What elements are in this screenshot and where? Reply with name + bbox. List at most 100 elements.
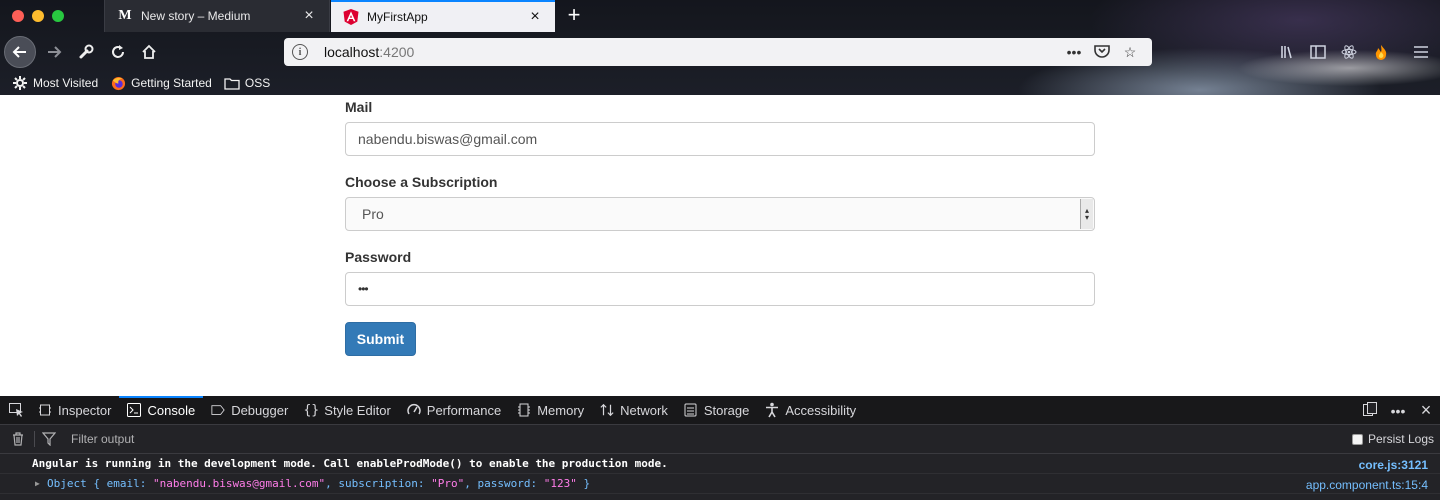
arrow-right-icon <box>48 46 62 58</box>
arrows-icon <box>600 403 614 417</box>
bookmark-label: OSS <box>244 76 271 90</box>
tab-label: Console <box>147 402 196 418</box>
tab-label: Memory <box>537 402 585 418</box>
bookmarks-toolbar: Most Visited Getting Started OSS <box>0 72 1440 94</box>
page-content: Mail nabendu.biswas@gmail.com Choose a S… <box>0 95 1440 396</box>
tab-debugger[interactable]: Debugger <box>203 396 296 424</box>
braces-icon: {} <box>303 402 320 418</box>
console-object-preview[interactable]: Object { email: "nabendu.biswas@gmail.co… <box>32 477 590 490</box>
tab-strip: M New story – Medium × MyFirstApp × + <box>0 0 1440 32</box>
tab-label: Accessibility <box>785 402 857 418</box>
bookmark-label: Most Visited <box>33 76 99 90</box>
firebug-flame-icon[interactable] <box>1370 42 1392 62</box>
minimize-window-button[interactable] <box>32 10 44 22</box>
tab-style-editor[interactable]: {} Style Editor <box>296 396 398 424</box>
pocket-icon[interactable] <box>1088 44 1116 61</box>
dock-toggle-icon[interactable] <box>1356 401 1384 420</box>
console-message-source-link[interactable]: core.js:3121 <box>1359 458 1428 472</box>
hamburger-menu-icon[interactable] <box>1410 42 1432 62</box>
gauge-icon <box>407 403 421 417</box>
trash-icon[interactable] <box>10 431 26 447</box>
more-options-icon[interactable]: ••• <box>1384 403 1412 419</box>
url-host: localhost <box>324 44 380 60</box>
storage-icon <box>684 403 698 417</box>
library-icon[interactable] <box>1277 42 1299 62</box>
filter-funnel-icon <box>41 431 57 447</box>
persist-logs-toggle[interactable]: Persist Logs <box>1351 432 1434 446</box>
close-tab-icon[interactable]: × <box>527 9 543 25</box>
reload-icon <box>112 45 124 58</box>
home-button[interactable] <box>133 36 165 68</box>
home-icon <box>142 44 156 59</box>
react-icon[interactable] <box>1338 42 1360 62</box>
tab-label: Storage <box>703 402 750 418</box>
tab-title: New story – Medium <box>141 9 251 23</box>
tab-console[interactable]: Console <box>119 396 203 424</box>
close-tab-icon[interactable]: × <box>301 8 317 24</box>
console-icon <box>127 403 142 417</box>
tab-memory[interactable]: Memory <box>509 396 592 424</box>
subscription-select[interactable]: Pro ▴ ▾ <box>345 197 1095 231</box>
mail-group: Mail nabendu.biswas@gmail.com <box>345 95 1095 156</box>
console-filter-bar: Filter output Persist Logs <box>0 425 1440 454</box>
expand-twisty-icon[interactable]: ▶ <box>35 479 40 488</box>
mail-label: Mail <box>345 99 373 115</box>
tab-label: Inspector <box>58 402 112 418</box>
close-window-button[interactable] <box>12 10 24 22</box>
subscription-selected-value: Pro <box>362 206 384 222</box>
password-group: Password ••• <box>345 249 1095 306</box>
select-stepper-icon[interactable]: ▴ ▾ <box>1080 199 1093 229</box>
tab-inspector[interactable]: Inspector <box>30 396 119 424</box>
debugger-icon <box>211 403 225 417</box>
memory-icon <box>517 403 531 417</box>
tab-network[interactable]: Network <box>592 396 676 424</box>
tab-myfirstapp[interactable]: MyFirstApp × <box>331 0 555 32</box>
close-devtools-icon[interactable]: × <box>1412 400 1440 421</box>
bookmark-most-visited[interactable]: Most Visited <box>12 75 98 91</box>
tab-label: Network <box>620 402 668 418</box>
folder-icon <box>224 75 240 91</box>
persist-logs-checkbox[interactable] <box>1351 433 1363 445</box>
forward-button[interactable] <box>38 36 70 68</box>
page-actions-icon[interactable]: ••• <box>1060 44 1088 60</box>
accessibility-icon <box>765 402 779 418</box>
console-message-source-link[interactable]: app.component.ts:15:4 <box>1306 478 1428 492</box>
new-tab-button[interactable]: + <box>562 4 586 28</box>
site-info-icon[interactable]: i <box>292 44 308 60</box>
console-object-message[interactable]: ▶ Object { email: "nabendu.biswas@gmail.… <box>0 474 1440 494</box>
sidebar-icon[interactable] <box>1307 42 1329 62</box>
submit-button[interactable]: Submit <box>345 322 416 356</box>
tab-medium[interactable]: M New story – Medium × <box>104 0 330 32</box>
url-bar[interactable]: i localhost:4200 ••• ☆ <box>284 38 1152 66</box>
bookmark-oss[interactable]: OSS <box>224 75 270 91</box>
url-port: :4200 <box>379 44 415 60</box>
devtools-toolbar: Inspector Console Debugger {} Style Edit… <box>0 396 1440 425</box>
bookmark-getting-started[interactable]: Getting Started <box>110 75 212 91</box>
bookmark-label: Getting Started <box>131 76 212 90</box>
password-label: Password <box>345 249 412 265</box>
wrench-icon[interactable] <box>70 36 102 68</box>
mail-input[interactable]: nabendu.biswas@gmail.com <box>345 122 1095 156</box>
password-input[interactable]: ••• <box>345 272 1095 306</box>
tab-storage[interactable]: Storage <box>676 396 758 424</box>
tab-title: MyFirstApp <box>367 10 428 24</box>
subscription-group: Choose a Subscription Pro ▴ ▾ <box>345 174 1095 231</box>
bookmark-star-icon[interactable]: ☆ <box>1116 44 1144 61</box>
signup-form: Mail nabendu.biswas@gmail.com Choose a S… <box>345 95 1095 356</box>
back-button[interactable] <box>4 36 36 68</box>
maximize-window-button[interactable] <box>52 10 64 22</box>
devtools-right-controls: ••• × <box>1356 396 1440 425</box>
arrow-left-icon <box>12 46 26 58</box>
firefox-icon <box>110 75 126 91</box>
reload-button[interactable] <box>102 36 134 68</box>
persist-logs-label: Persist Logs <box>1367 432 1434 446</box>
navigation-bar: i localhost:4200 ••• ☆ <box>0 32 1440 72</box>
tab-label: Debugger <box>231 402 289 418</box>
element-picker-button[interactable] <box>0 396 30 424</box>
tab-label: Style Editor <box>324 402 391 418</box>
tab-accessibility[interactable]: Accessibility <box>757 396 864 424</box>
console-message: Angular is running in the development mo… <box>0 454 1440 474</box>
tab-performance[interactable]: Performance <box>399 396 509 424</box>
tab-label: Performance <box>426 402 502 418</box>
filter-output-input[interactable]: Filter output <box>71 432 134 446</box>
